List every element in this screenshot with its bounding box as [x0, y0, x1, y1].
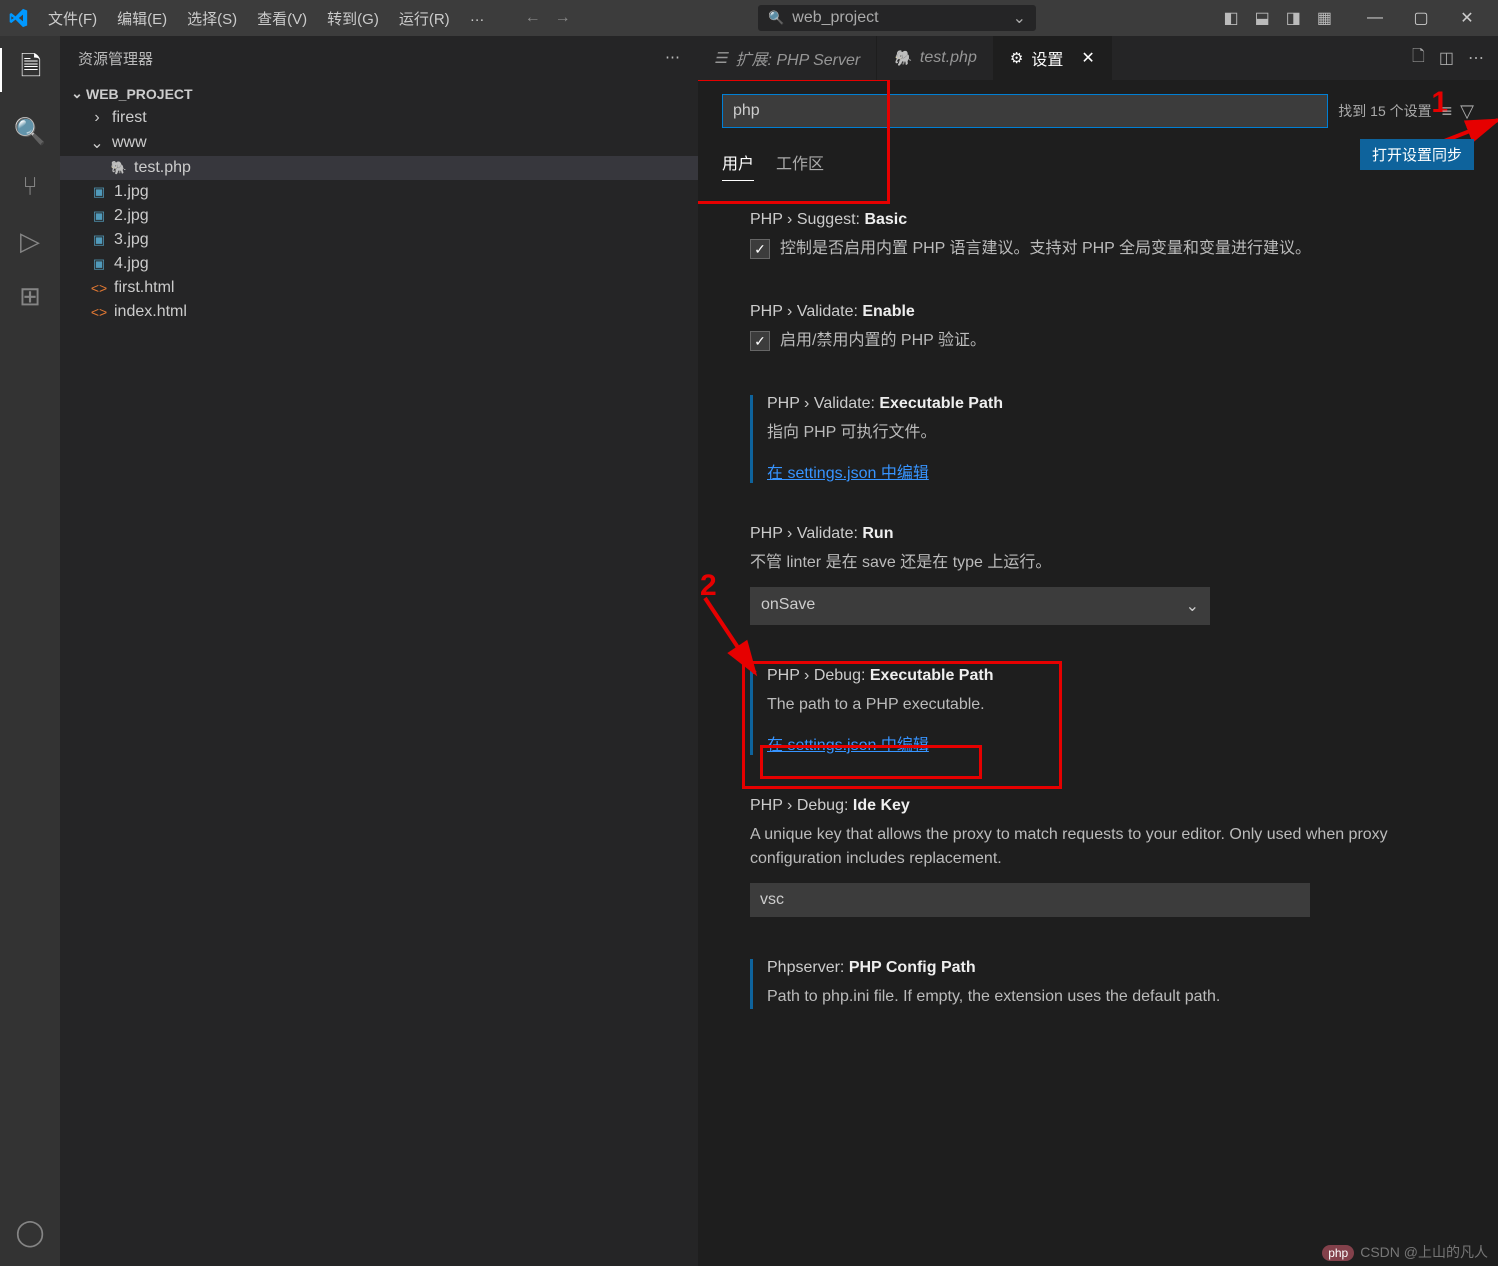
menu-select[interactable]: 选择(S): [177, 4, 247, 33]
tab-extension-phpserver[interactable]: ☰扩展: PHP Server: [698, 36, 877, 80]
activity-debug-icon[interactable]: ▷: [20, 226, 40, 257]
file-index-html[interactable]: <>index.html: [60, 300, 698, 324]
vscode-logo-icon: [8, 8, 28, 28]
window-minimize[interactable]: —: [1352, 0, 1398, 36]
activity-search-icon[interactable]: 🔍: [14, 116, 46, 147]
chevron-down-icon: ⌄: [90, 133, 104, 153]
file-3jpg[interactable]: ▣3.jpg: [60, 228, 698, 252]
menu-edit[interactable]: 编辑(E): [107, 4, 177, 33]
setting-php-validate-enable: PHP › Validate: Enable ✓ 启用/禁用内置的 PHP 验证…: [750, 303, 1474, 353]
setting-php-debug-exepath: PHP › Debug: Executable Path The path to…: [750, 667, 1474, 755]
activity-scm-icon[interactable]: ⑂: [22, 171, 38, 202]
image-file-icon: ▣: [90, 256, 108, 272]
tab-test-php[interactable]: 🐘test.php: [877, 36, 994, 80]
layout-customize-icon[interactable]: ▦: [1317, 8, 1332, 28]
file-2jpg[interactable]: ▣2.jpg: [60, 204, 698, 228]
setting-php-validate-run: PHP › Validate: Run 不管 linter 是在 save 还是…: [750, 525, 1474, 625]
html-file-icon: <>: [90, 304, 108, 320]
file-first-html[interactable]: <>first.html: [60, 276, 698, 300]
input-ide-key[interactable]: [750, 883, 1310, 917]
select-validate-run[interactable]: onSave⌄: [750, 587, 1210, 625]
window-close[interactable]: ✕: [1444, 0, 1490, 36]
html-file-icon: <>: [90, 280, 108, 296]
close-icon[interactable]: ✕: [1081, 48, 1094, 68]
settings-tab-icon: ⚙: [1010, 49, 1023, 67]
chevron-down-icon: ⌄: [70, 85, 84, 102]
extension-tab-icon: ☰: [714, 49, 727, 67]
settings-filter-icon[interactable]: ▽: [1460, 101, 1474, 122]
activity-explorer-icon[interactable]: 🗎: [0, 48, 60, 92]
settings-toc-icon[interactable]: ≡: [1442, 101, 1453, 122]
file-test-php[interactable]: 🐘test.php: [60, 156, 698, 180]
results-count: 找到 15 个设置: [1338, 101, 1431, 121]
nav-back-icon[interactable]: ←: [525, 9, 541, 27]
image-file-icon: ▣: [90, 208, 108, 224]
chevron-down-icon: ⌄: [1013, 8, 1026, 28]
sidebar-more-icon[interactable]: ⋯: [665, 48, 680, 69]
menu-run[interactable]: 运行(R): [389, 4, 460, 33]
nav-forward-icon[interactable]: →: [555, 9, 571, 27]
menu-file[interactable]: 文件(F): [38, 4, 107, 33]
scope-workspace[interactable]: 工作区: [776, 144, 824, 181]
scope-user[interactable]: 用户: [722, 144, 754, 181]
open-settings-sync-button[interactable]: 打开设置同步: [1360, 139, 1474, 170]
edit-in-settings-json[interactable]: 在 settings.json 中编辑: [767, 459, 929, 483]
editor-more-icon[interactable]: ⋯: [1468, 48, 1484, 68]
file-1jpg[interactable]: ▣1.jpg: [60, 180, 698, 204]
menu-view[interactable]: 查看(V): [247, 4, 317, 33]
split-editor-icon[interactable]: ◫: [1439, 48, 1454, 68]
menu-more[interactable]: …: [460, 4, 495, 33]
setting-php-validate-exepath: PHP › Validate: Executable Path 指向 PHP 可…: [750, 395, 1474, 483]
setting-php-debug-idekey: PHP › Debug: Ide Key A unique key that a…: [750, 797, 1474, 917]
window-maximize[interactable]: ▢: [1398, 0, 1444, 36]
activity-account-icon[interactable]: ◯: [15, 1217, 44, 1248]
sidebar-title: 资源管理器: [78, 48, 153, 69]
activity-extensions-icon[interactable]: ⊞: [19, 281, 41, 312]
checkbox-validate-enable[interactable]: ✓: [750, 331, 770, 351]
command-center-text: web_project: [792, 9, 878, 27]
php-file-icon: 🐘: [110, 160, 128, 176]
layout-sidebar-right-icon[interactable]: ◨: [1286, 8, 1301, 28]
folder-www[interactable]: ⌄www: [60, 130, 698, 156]
checkbox-suggest-basic[interactable]: ✓: [750, 239, 770, 259]
settings-search-input[interactable]: [722, 94, 1328, 128]
image-file-icon: ▣: [90, 184, 108, 200]
tab-settings[interactable]: ⚙设置✕: [994, 36, 1112, 80]
setting-php-suggest-basic: PHP › Suggest: Basic ✓ 控制是否启用内置 PHP 语言建议…: [750, 211, 1474, 261]
open-settings-json-icon[interactable]: 🗋: [1412, 45, 1425, 72]
chevron-right-icon: ›: [90, 109, 104, 127]
annotation-2: 2: [700, 569, 717, 603]
menu-goto[interactable]: 转到(G): [317, 4, 389, 33]
image-file-icon: ▣: [90, 232, 108, 248]
layout-panel-icon[interactable]: ⬓: [1255, 8, 1270, 28]
watermark: phpCSDN @上山的凡人: [1322, 1242, 1488, 1262]
setting-phpserver-configpath: Phpserver: PHP Config Path Path to php.i…: [750, 959, 1474, 1009]
php-file-icon: 🐘: [893, 49, 912, 67]
command-center[interactable]: 🔍 web_project ⌄: [757, 4, 1037, 32]
search-icon: 🔍: [768, 10, 784, 26]
folder-firest[interactable]: ›firest: [60, 106, 698, 130]
layout-sidebar-left-icon[interactable]: ◧: [1224, 8, 1239, 28]
file-4jpg[interactable]: ▣4.jpg: [60, 252, 698, 276]
edit-in-settings-json[interactable]: 在 settings.json 中编辑: [767, 731, 929, 755]
chevron-down-icon: ⌄: [1186, 596, 1199, 616]
folder-root[interactable]: ⌄ WEB_PROJECT: [60, 81, 698, 106]
